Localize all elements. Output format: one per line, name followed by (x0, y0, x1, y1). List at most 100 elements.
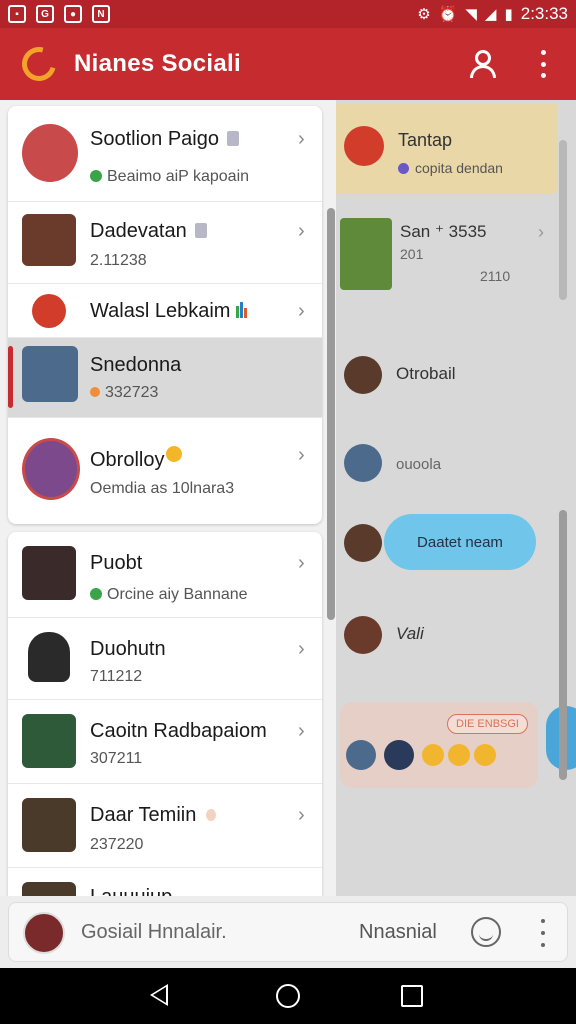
list-item[interactable]: Duohutn 711212 › (8, 618, 322, 700)
contact-name: Dadevatan (90, 220, 207, 243)
avatar (22, 124, 78, 182)
bar-chart-icon (236, 301, 248, 324)
avatar (344, 616, 382, 654)
contact-name: Obrolloy (90, 446, 183, 472)
scrollbar[interactable] (559, 140, 567, 300)
avatar (22, 714, 76, 768)
chat-item-sub: 201 (400, 246, 424, 262)
avatar (22, 438, 80, 500)
n-icon: N (92, 5, 110, 23)
logo-icon (15, 40, 63, 88)
contact-sub: Beaimo aiP kapoain (90, 168, 249, 186)
list-item[interactable]: Walasl Lebkaim › (8, 284, 322, 338)
contact-sub: 2.11238 (90, 252, 147, 269)
emoji-icon[interactable] (471, 917, 501, 947)
avatar (22, 346, 78, 402)
alarm-icon: ⏰ (438, 6, 458, 23)
chat-last-text: Vali (396, 624, 424, 643)
status-time: 2:3:33 (520, 4, 568, 23)
avatar (22, 798, 76, 852)
chat-item[interactable]: ouoola (336, 438, 560, 498)
contact-sub: 711212 (90, 668, 143, 685)
list-item[interactable]: Lauuuiup (8, 868, 322, 896)
contact-name: Daar Temiin (90, 804, 217, 827)
sun-icon (166, 446, 183, 462)
composer-label[interactable]: Nnasnial (359, 921, 437, 944)
avatar (344, 356, 382, 394)
contact-name: Snedonna (90, 354, 182, 376)
badge-icon (226, 131, 239, 146)
avatar (22, 214, 76, 266)
chat-header-sub: copita dendan (398, 160, 503, 176)
list-item[interactable]: Daar Temiin 237220 › (8, 784, 322, 868)
avatar (344, 524, 382, 562)
avatar (344, 126, 384, 166)
signal-icon: ◢ (484, 6, 497, 23)
chevron-right-icon: › (298, 552, 305, 574)
notification-icon: ▪ (8, 5, 26, 23)
avatar (384, 740, 414, 770)
wifi-icon: ◥ (465, 6, 477, 23)
emoji-icon (474, 744, 496, 766)
list-item[interactable]: Caoitn Radbapaiom 307211 › (8, 700, 322, 784)
chevron-right-icon: › (298, 638, 305, 660)
avatar (22, 546, 76, 600)
reaction-card[interactable]: DIE ENBSGI (340, 702, 538, 788)
list-item[interactable]: Dadevatan 2.11238 › (8, 202, 322, 284)
contact-name: Puobt (90, 552, 143, 574)
app-title: Nianes Sociali (74, 50, 241, 77)
chat-item-name: ouoola (396, 456, 442, 473)
avatar (32, 294, 66, 328)
list-item[interactable]: Puobt Orcine aiy Bannane › (8, 532, 322, 618)
avatar (22, 882, 76, 896)
chevron-right-icon: › (298, 804, 305, 826)
chevron-right-icon: › (298, 220, 305, 242)
app-bar: Nianes Sociali (0, 28, 576, 125)
card-tag: DIE ENBSGI (447, 714, 528, 734)
selected-indicator (8, 346, 13, 408)
online-status-icon (90, 170, 102, 182)
back-icon[interactable] (150, 984, 168, 1006)
home-icon[interactable] (276, 984, 300, 1008)
chrome-icon: G (36, 5, 54, 23)
recent-apps-icon[interactable] (401, 985, 423, 1007)
more-vert-icon[interactable] (536, 50, 550, 78)
chat-item[interactable]: Otrobail (336, 350, 560, 410)
contact-name: Walasl Lebkaim (90, 300, 248, 324)
contact-sub: 332723 (90, 384, 158, 402)
avatar[interactable] (23, 912, 65, 954)
contact-sub: Oemdia as 10lnara3 (90, 480, 235, 497)
list-item[interactable]: Snedonna 332723 (8, 338, 322, 418)
avatar (340, 218, 392, 290)
chat-header-card[interactable]: Tantap copita dendan (336, 104, 558, 194)
chat-item-name: Otrobail (396, 364, 456, 383)
chevron-right-icon: › (298, 444, 305, 466)
list-item[interactable]: Obrolloy Oemdia as 10lnara3 › (8, 418, 322, 524)
avatar (28, 632, 70, 682)
away-status-icon (90, 387, 100, 397)
message-bubble[interactable]: Daatet neam (384, 514, 536, 570)
more-vert-icon[interactable] (539, 919, 547, 947)
scrollbar[interactable] (327, 208, 335, 620)
chat-item[interactable]: San ⁺ 3535 201 2110 › (336, 210, 560, 300)
contact-name: Duohutn (90, 638, 166, 660)
contact-group-2: Puobt Orcine aiy Bannane › Duohutn 71121… (8, 532, 322, 896)
contact-sub: 237220 (90, 836, 144, 853)
contact-sub: Orcine aiy Bannane (90, 586, 248, 604)
gear-icon: ⚙ (417, 6, 431, 23)
badge-icon (194, 223, 207, 238)
list-item[interactable]: Sootlion Paigo Beaimo aiP kapoain › (8, 106, 322, 202)
chevron-right-icon: › (298, 128, 305, 150)
user-icon[interactable] (468, 48, 498, 78)
emoji-icon (448, 744, 470, 766)
online-status-icon (90, 588, 102, 600)
contact-name: Caoitn Radbapaiom (90, 720, 267, 742)
app-icon: ● (64, 5, 82, 23)
composer-bar: Gosiail Hnnalair. Nnasnial (8, 902, 568, 962)
avatar (346, 740, 376, 770)
message-input[interactable]: Gosiail Hnnalair. (81, 921, 227, 944)
status-bar: ▪ G ● N ⚙ ⏰ ◥ ◢ ▮ 2:3:33 (0, 0, 576, 28)
contact-name: Lauuuiup (90, 886, 172, 896)
chevron-right-icon: › (538, 222, 544, 242)
scrollbar[interactable] (559, 510, 567, 780)
